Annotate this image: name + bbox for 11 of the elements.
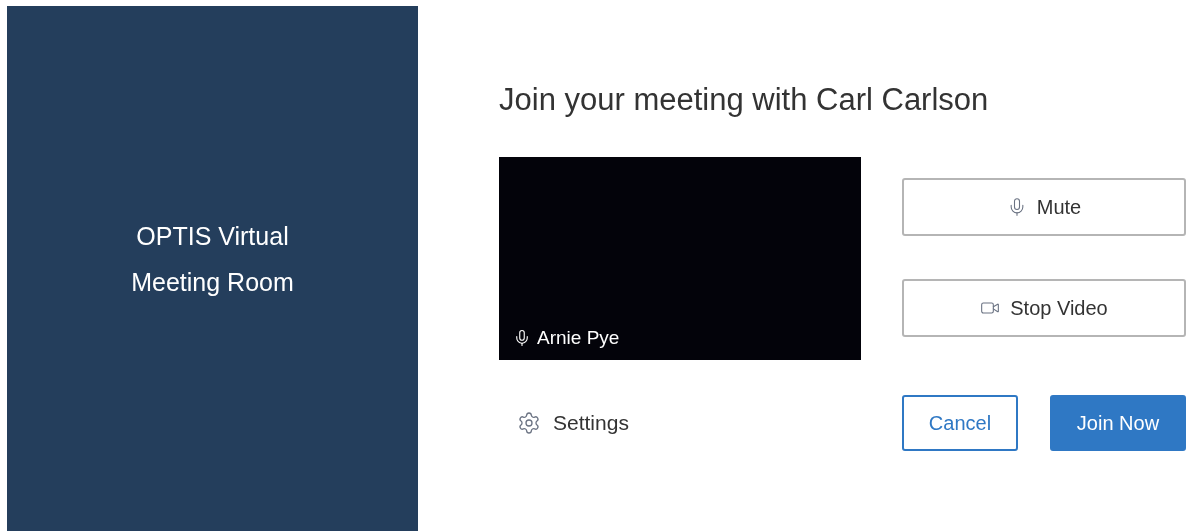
join-button[interactable]: Join Now [1050, 395, 1186, 451]
sidebar-title: OPTIS Virtual [136, 220, 289, 252]
participant-name: Arnie Pye [537, 325, 620, 350]
mute-button[interactable]: Mute [902, 178, 1186, 236]
settings-icon [517, 411, 541, 435]
stop-video-button[interactable]: Stop Video [902, 279, 1186, 337]
cancel-button[interactable]: Cancel [902, 395, 1018, 451]
page-title: Join your meeting with Carl Carlson [499, 81, 990, 119]
sidebar-title: Meeting Room [131, 266, 294, 298]
microphone-icon [513, 328, 531, 347]
settings-button[interactable]: Settings [499, 407, 902, 439]
